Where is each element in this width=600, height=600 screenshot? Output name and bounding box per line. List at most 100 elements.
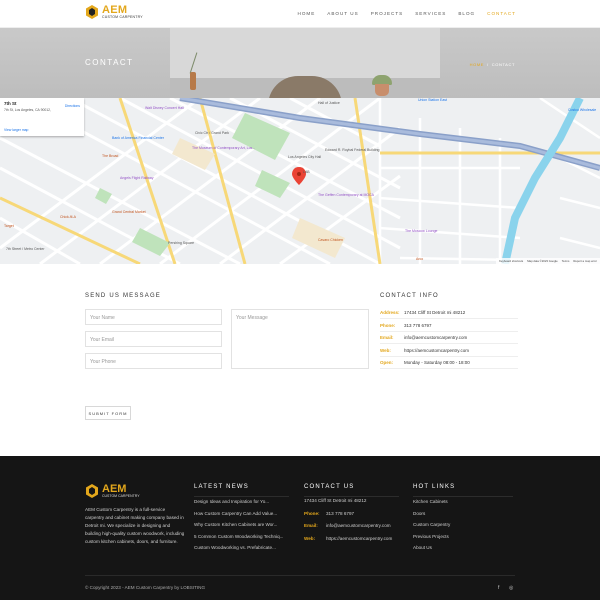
map-label-disney: Walt Disney Concert Hall (145, 106, 184, 110)
info-key: Email: (380, 334, 394, 340)
facebook-icon[interactable]: f (498, 585, 499, 591)
map-card-address: 7th St, Los Angeles, CA 90012, (4, 108, 51, 112)
map-label-city-hall: Los Angeles City Hall (288, 155, 322, 159)
contact-divider (304, 496, 399, 497)
news-item[interactable]: 5 Common Custom Woodworking Techniq... (194, 534, 284, 539)
nav-projects[interactable]: PROJECTS (371, 11, 404, 16)
map-footer-terms[interactable]: Terms (562, 259, 570, 263)
map-label-geffen: The Geffen Contemporary at MOCA (318, 193, 374, 197)
phone-field[interactable]: Your Phone (85, 353, 222, 369)
footer-about-text: AEM Custom Carpentry is a full-service c… (85, 507, 185, 545)
breadcrumb-current: CONTACT (491, 62, 515, 67)
info-row-address: Address: 17434 Cliff St Detroit mi 48212 (380, 306, 518, 319)
hot-link-projects[interactable]: Previous Projects (413, 534, 449, 539)
footer-value[interactable]: https://aemcustomcarpentry.com (326, 536, 392, 541)
news-item[interactable]: How Custom Carpentry Can Add Value... (194, 511, 284, 516)
map-pin-label: LAB (303, 170, 310, 174)
news-item[interactable]: Design Ideas and Inspiration for Yo... (194, 499, 284, 504)
footer-logo[interactable]: AEM CUSTOM CARPENTRY (85, 484, 140, 499)
info-value[interactable]: https://aemcustomcarpentry.com (404, 348, 469, 353)
map-label-justice: Hall of Justice (318, 101, 340, 105)
info-value[interactable]: 313 778 6797 (404, 323, 432, 328)
email-field[interactable]: Your Email (85, 331, 222, 347)
map-attribution: Keyboard shortcuts Map data ©2023 Google… (496, 258, 600, 264)
nav-contact[interactable]: CONTACT (487, 11, 516, 16)
map-label-chickfila: Chick-fil-A (60, 215, 76, 219)
info-value: Monday - Saturday 08:00 - 18:00 (404, 359, 470, 365)
map-footer-data: Map data ©2023 Google (527, 259, 558, 263)
map-label-boa: Bank of America Financial Center (112, 136, 164, 140)
info-key: Address: (380, 309, 400, 315)
info-row-email: Email: info@aemcustomcarpentry.com (380, 331, 518, 344)
hot-link-about[interactable]: About Us (413, 545, 432, 550)
submit-button[interactable]: SUBMIT FORM (85, 406, 131, 420)
map-label-target: Target (4, 224, 14, 228)
google-map[interactable]: Walt Disney Concert Hall Hall of Justice… (0, 98, 600, 264)
contact-info-title: CONTACT INFO (380, 293, 439, 299)
map-info-card: 7th St 7th St, Los Angeles, CA 90012, Di… (0, 98, 84, 136)
map-label-costco: Costco Wholesale (568, 108, 597, 112)
hero-wall-image (170, 28, 440, 78)
map-label-cavaro: Cavaro Chicken (318, 238, 343, 242)
hot-link-carpentry[interactable]: Custom Carpentry (413, 522, 450, 527)
breadcrumb-home[interactable]: HOME (470, 62, 484, 67)
footer-value[interactable]: 313 778 6797 (326, 511, 354, 516)
message-field[interactable]: Your Message (231, 309, 369, 369)
map-label-angels: Angels Flight Railway (120, 176, 154, 180)
name-field[interactable]: Your Name (85, 309, 222, 325)
hot-link-kitchen[interactable]: Kitchen Cabinets (413, 499, 448, 504)
news-item[interactable]: Custom Woodworking vs. Prefabricate... (194, 545, 284, 550)
hero-banner: CONTACT HOME / CONTACT (0, 28, 600, 98)
hero-pot-image (375, 84, 389, 96)
footer-value[interactable]: info@aemcustomcarpentry.com (326, 523, 391, 528)
hero-vase-image (190, 72, 196, 90)
info-value[interactable]: info@aemcustomcarpentry.com (404, 335, 467, 340)
links-divider (413, 496, 513, 497)
breadcrumb-separator: / (487, 62, 489, 67)
info-key: Phone: (380, 322, 396, 328)
map-footer-shortcuts[interactable]: Keyboard shortcuts (499, 259, 523, 263)
nav-home[interactable]: HOME (298, 11, 316, 16)
nav-about[interactable]: ABOUT US (327, 11, 358, 16)
footer-address: 17434 Cliff St Detroit mi 48212 (304, 498, 367, 503)
map-label-broad: The Broad (102, 154, 119, 158)
logo-tagline: CUSTOM CARPENTRY (102, 15, 143, 19)
page-title: CONTACT (85, 58, 134, 67)
map-label-7th-metro: 7th Street / Metro Center (6, 247, 45, 251)
footer-bottom-divider (85, 575, 515, 576)
map-label-arco: Arco (416, 257, 424, 261)
main-nav: HOME ABOUT US PROJECTS SERVICES BLOG CON… (298, 11, 517, 16)
info-key: Open: (380, 359, 393, 365)
hot-link-doors[interactable]: Doors (413, 511, 425, 516)
footer-key: Web: (304, 536, 316, 541)
copyright-text: © Copyright 2023 - AEM Custom Carpentry … (85, 585, 206, 590)
site-footer: AEM CUSTOM CARPENTRY AEM Custom Carpentr… (0, 456, 600, 600)
info-row-open: Open: Monday - Saturday 08:00 - 18:00 (380, 356, 518, 369)
map-label-roybal: Edward R. Roybal Federal Building (325, 148, 380, 152)
footer-key: Phone: (304, 511, 320, 516)
map-canvas (0, 98, 600, 264)
map-larger-link[interactable]: View larger map (4, 128, 28, 132)
map-label-grand-central: Grand Central Market (112, 210, 146, 214)
map-footer-report[interactable]: Report a map error (573, 259, 597, 263)
logo-icon (86, 5, 98, 20)
map-label-civic: Civic Ctr / Grand Park (195, 131, 230, 135)
news-item[interactable]: Why Custom Kitchen Cabinets are Wor... (194, 522, 284, 527)
map-label-pershing: Pershing Square (168, 241, 195, 245)
info-value: 17434 Cliff St Detroit mi 48212 (404, 309, 466, 315)
info-key: Web: (380, 347, 391, 353)
nav-blog[interactable]: BLOG (458, 11, 475, 16)
map-directions-link[interactable]: Directions (65, 104, 80, 108)
footer-web-row: Web: https://aemcustomcarpentry.com (304, 536, 392, 541)
breadcrumb: HOME / CONTACT (470, 62, 515, 67)
footer-key: Email: (304, 523, 318, 528)
footer-phone-row: Phone: 313 778 6797 (304, 511, 354, 516)
footer-email-row: Email: info@aemcustomcarpentry.com (304, 523, 391, 528)
form-title: SEND US MESSAGE (85, 293, 162, 299)
nav-services[interactable]: SERVICES (415, 11, 446, 16)
site-header: AEM CUSTOM CARPENTRY HOME ABOUT US PROJE… (0, 0, 600, 28)
logo[interactable]: AEM CUSTOM CARPENTRY (85, 5, 143, 20)
instagram-icon[interactable]: ◎ (509, 585, 513, 591)
footer-logo-tagline: CUSTOM CARPENTRY (102, 494, 140, 498)
news-divider (194, 496, 289, 497)
